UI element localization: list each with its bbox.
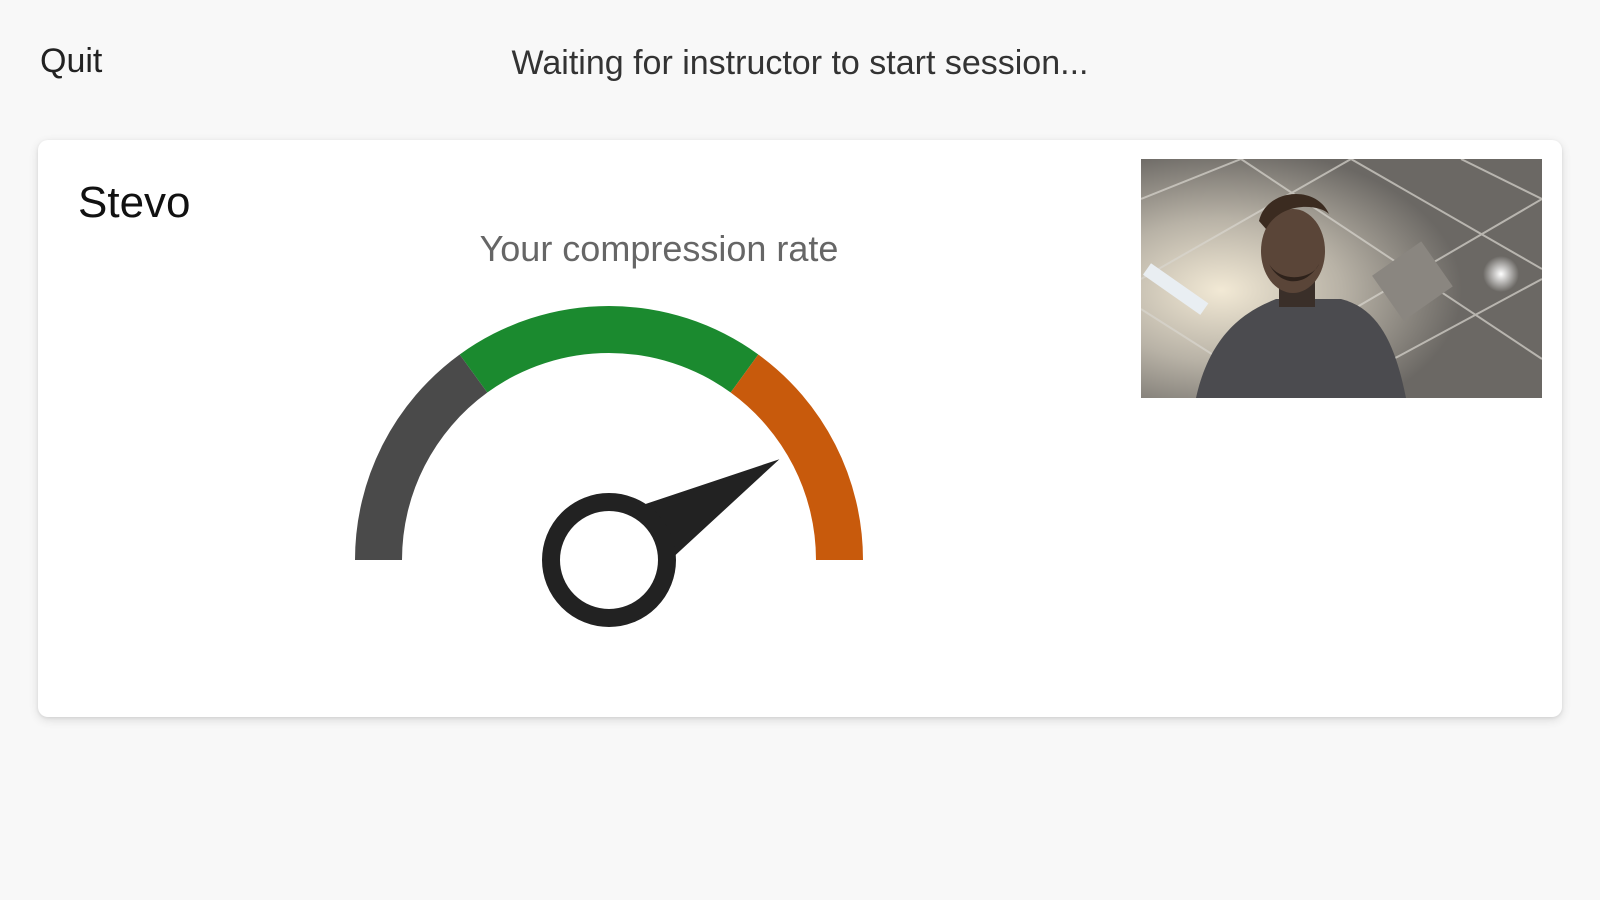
top-bar: Quit Waiting for instructor to start ses… bbox=[0, 0, 1600, 130]
session-status-text: Waiting for instructor to start session.… bbox=[511, 44, 1089, 82]
gauge-needle-hub bbox=[542, 493, 676, 627]
gauge-zone-target bbox=[459, 306, 759, 393]
webcam-video-feed bbox=[1141, 159, 1542, 398]
gauge-needle bbox=[542, 459, 780, 627]
gauge-zone-low bbox=[355, 354, 488, 560]
gauge-zone-high bbox=[730, 354, 863, 560]
participant-card: Stevo Your compression rate bbox=[38, 140, 1562, 717]
compression-rate-gauge bbox=[355, 306, 863, 627]
webcam-feed-image bbox=[1141, 159, 1542, 398]
